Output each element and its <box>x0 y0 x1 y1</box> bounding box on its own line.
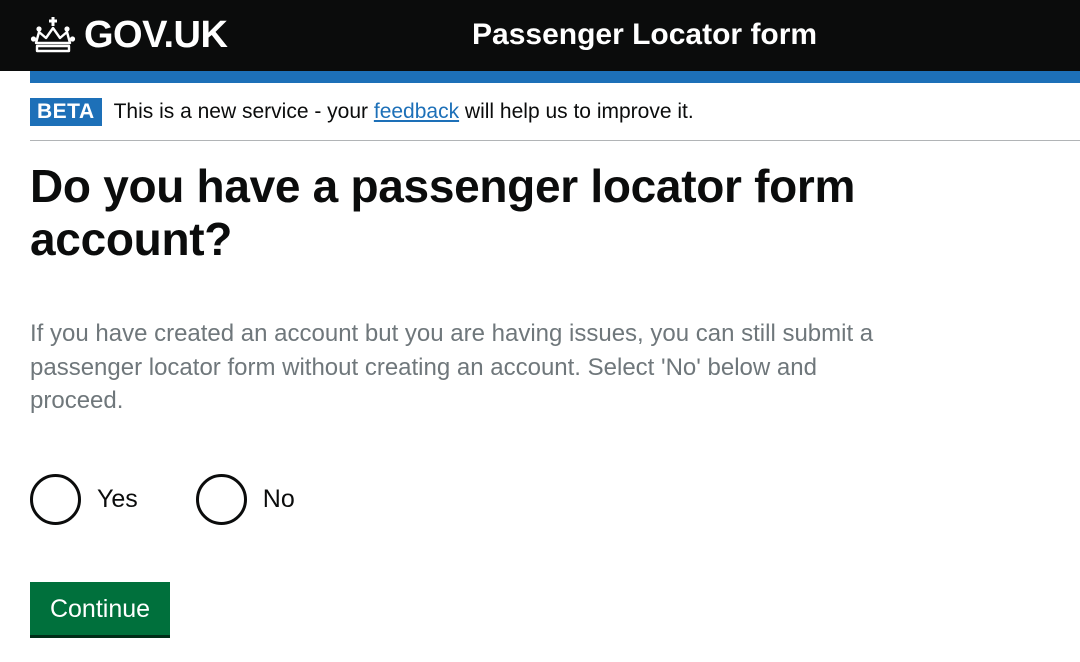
service-name-link[interactable]: Passenger Locator form <box>472 14 817 56</box>
page-heading: Do you have a passenger locator form acc… <box>30 160 856 265</box>
phase-text-before: This is a new service - your <box>113 100 374 123</box>
phase-banner: BETA This is a new service - your feedba… <box>30 97 694 127</box>
account-radio-group: Yes No <box>30 473 353 525</box>
phase-text-after: will help us to improve it. <box>459 100 694 123</box>
site-header: GOV.UK Passenger Locator form <box>0 0 1080 71</box>
radio-no[interactable]: No <box>195 473 295 525</box>
continue-button[interactable]: Continue <box>30 582 170 635</box>
radio-yes-label[interactable]: Yes <box>97 484 138 514</box>
feedback-link[interactable]: feedback <box>374 100 459 123</box>
phase-banner-text: This is a new service - your feedback wi… <box>114 99 694 125</box>
radio-yes-circle[interactable] <box>30 473 81 525</box>
radio-yes[interactable]: Yes <box>30 473 138 525</box>
beta-tag: BETA <box>30 98 102 126</box>
hint-text: If you have created an account but you a… <box>30 320 874 414</box>
radio-no-label[interactable]: No <box>263 484 295 514</box>
radio-no-circle[interactable] <box>195 473 247 525</box>
crown-icon <box>30 17 76 53</box>
header-accent-bar <box>30 71 1080 83</box>
govuk-logo-link[interactable]: GOV.UK <box>30 14 228 56</box>
govuk-logo-text: GOV.UK <box>84 14 228 56</box>
banner-divider <box>30 140 1080 141</box>
